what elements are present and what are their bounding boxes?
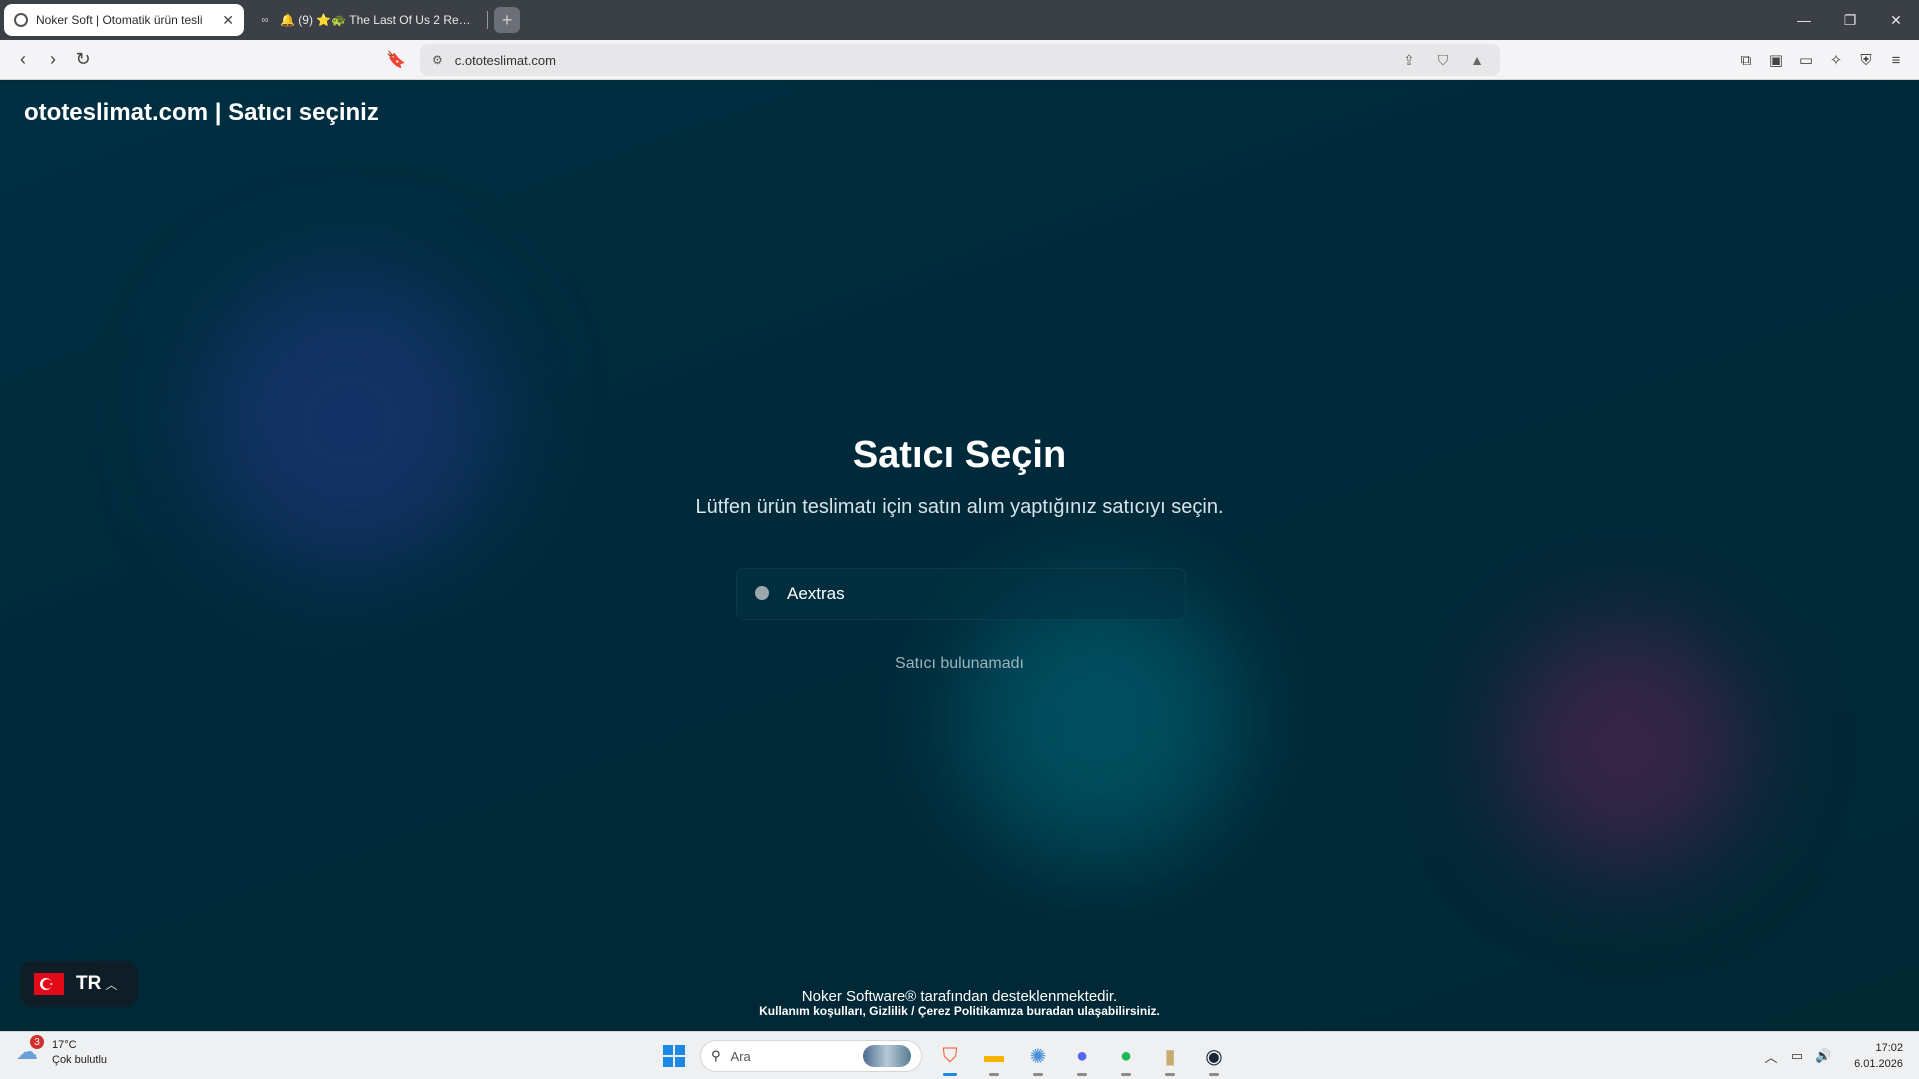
discord-icon[interactable]: ● — [1064, 1038, 1100, 1076]
vpn-icon[interactable]: ⛨ — [1851, 48, 1881, 72]
weather-temp: 17°C — [52, 1039, 77, 1051]
decor-blob — [960, 581, 1240, 861]
weather-text: 17°C Çok bulutlu — [52, 1038, 107, 1068]
decor-blob — [200, 271, 500, 571]
taskbar-search[interactable]: ⚲ Ara — [700, 1040, 922, 1072]
close-icon[interactable]: ✕ — [222, 12, 234, 29]
share-icon[interactable]: ⇪ — [1398, 49, 1420, 71]
seller-search-input[interactable] — [787, 584, 1167, 604]
reload-icon[interactable]: ↻ — [68, 45, 98, 75]
network-app-icon[interactable]: ✺ — [1020, 1038, 1056, 1076]
tab-title: 🔔 (9) ⭐🐢 The Last Of Us 2 Remas — [280, 13, 473, 27]
network-icon[interactable]: ▭ — [1784, 1048, 1810, 1064]
taskbar-apps: ⚲ Ara ⛉ ▬ ✺ ● ● ▮ ◉ — [656, 1038, 1240, 1076]
globe-icon — [14, 13, 28, 27]
taskbar-search-placeholder: Ara — [730, 1048, 751, 1064]
site-favicon-icon: ∞ — [261, 14, 269, 26]
search-icon: ⚲ — [711, 1048, 721, 1063]
cloud-icon: ☁ 3 — [16, 1035, 44, 1067]
file-explorer-icon[interactable]: ▬ — [976, 1038, 1012, 1076]
search-icon — [753, 584, 773, 604]
footer-powered-by: Noker Software® tarafından desteklenmekt… — [801, 988, 1118, 1005]
league-of-legends-icon[interactable]: ▮ — [1152, 1038, 1188, 1076]
browser-toolbar: ‹ › ↻ 🔖 ⚙ c.ototeslimat.com ⇪ ⛉ ▲ ⧉ ▣ ▭ … — [0, 40, 1919, 80]
page-content: ototeslimat.com | Satıcı seçiniz Satıcı … — [0, 81, 1919, 1031]
browser-tab-strip: Noker Soft | Otomatik ürün tesli ✕ ∞ 🔔 (… — [0, 0, 1919, 40]
address-bar[interactable]: ⚙ c.ototeslimat.com ⇪ ⛉ ▲ — [420, 44, 1500, 76]
seller-search-box[interactable] — [736, 568, 1186, 620]
site-brand[interactable]: ototeslimat.com | Satıcı seçiniz — [24, 99, 379, 127]
footer-policy-link[interactable]: Kullanım koşulları, Gizlilik / Çerez Pol… — [0, 1004, 1919, 1018]
weather-desc: Çok bulutlu — [52, 1054, 108, 1066]
no-result-message: Satıcı bulunamadı — [895, 655, 1024, 672]
brave-rewards-icon[interactable]: ▲ — [1466, 49, 1488, 71]
extensions-icon[interactable]: ⧉ — [1731, 48, 1761, 72]
spotify-icon[interactable]: ● — [1108, 1038, 1144, 1076]
volume-icon[interactable]: 🔊 — [1810, 1048, 1836, 1064]
close-window-icon[interactable]: ✕ — [1873, 0, 1919, 40]
forward-icon[interactable]: › — [38, 45, 68, 75]
tab-separator — [487, 11, 488, 29]
back-icon[interactable]: ‹ — [8, 45, 38, 75]
tab-last-of-us[interactable]: ∞ 🔔 (9) ⭐🐢 The Last Of Us 2 Remas — [248, 4, 483, 36]
tab-noker-soft[interactable]: Noker Soft | Otomatik ürün tesli ✕ — [4, 4, 244, 36]
page-subtitle: Lütfen ürün teslimatı için satın alım ya… — [695, 496, 1224, 518]
leo-ai-icon[interactable]: ✧ — [1821, 48, 1851, 72]
system-tray: ︿ ▭ 🔊 17:02 6.01.2026 — [1758, 1040, 1903, 1072]
os-taskbar: ☁ 3 17°C Çok bulutlu ⚲ Ara ⛉ ▬ ✺ ● ● ▮ ◉… — [0, 1031, 1919, 1079]
notification-badge: 3 — [30, 1035, 44, 1049]
chevron-up-icon[interactable]: ︿ — [1758, 1047, 1784, 1066]
bookmark-icon[interactable]: 🔖 — [386, 50, 406, 70]
window-controls: — ❐ ✕ — [1781, 0, 1919, 40]
clock-date: 6.01.2026 — [1854, 1058, 1903, 1070]
wallet-icon[interactable]: ▭ — [1791, 48, 1821, 72]
menu-icon[interactable]: ≡ — [1881, 48, 1911, 72]
weather-widget[interactable]: ☁ 3 17°C Çok bulutlu — [16, 1035, 107, 1068]
site-settings-icon[interactable]: ⚙ — [432, 53, 443, 67]
page-title: Satıcı Seçin — [852, 434, 1067, 476]
toolbar-right-icons: ⧉ ▣ ▭ ✧ ⛨ ≡ — [1731, 48, 1911, 72]
windows-start-icon[interactable] — [656, 1038, 692, 1074]
brave-shields-icon[interactable]: ⛉ — [1432, 49, 1454, 71]
clock-time: 17:02 — [1875, 1042, 1903, 1054]
restore-icon[interactable]: ❐ — [1827, 0, 1873, 40]
clock[interactable]: 17:02 6.01.2026 — [1854, 1040, 1903, 1072]
screenshot-icon[interactable]: ▣ — [1761, 48, 1791, 72]
brave-browser-icon[interactable]: ⛉ — [932, 1038, 968, 1076]
new-tab-button[interactable]: + — [494, 7, 520, 33]
minimize-icon[interactable]: — — [1781, 0, 1827, 40]
url-text[interactable]: c.ototeslimat.com — [455, 53, 1386, 68]
tab-title: Noker Soft | Otomatik ürün tesli — [36, 13, 203, 27]
search-highlight-image — [863, 1045, 911, 1067]
steam-icon[interactable]: ◉ — [1196, 1038, 1232, 1076]
